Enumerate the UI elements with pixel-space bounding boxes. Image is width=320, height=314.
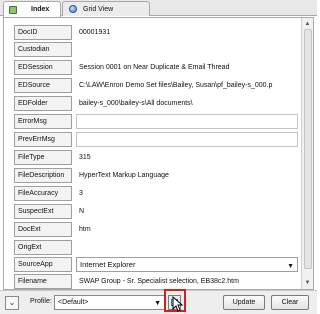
double-chevron-down-icon: ⌄ [8,298,16,307]
field-row-custodian: Custodian [8,42,298,57]
field-label-custodian: Custodian [14,42,72,57]
tab-grid-view[interactable]: Grid View [62,1,150,16]
field-row-errormsg: ErrorMsg [8,114,298,129]
tab-index[interactable]: Index [3,1,61,17]
field-value-edsession[interactable]: Session 0001 on Near Duplicate & Email T… [76,60,298,75]
field-label-edsource: EDSource [14,78,72,93]
scroll-up-arrow-icon[interactable]: ▲ [303,19,312,29]
field-row-filedescription: FileDescription HyperText Markup Languag… [8,168,298,183]
field-value-filedescription[interactable]: HyperText Markup Language [76,168,298,183]
field-label-filedescription: FileDescription [14,168,72,183]
field-row-filename: Filename SWAP Group - Sr. Specialist sel… [8,274,298,289]
index-icon [9,5,17,14]
field-row-edfolder: EDFolder bailey-s_000\bailey-s\All docum… [8,96,298,111]
field-label-docid: DocID [14,25,72,40]
index-field-panel: DocID 00001931 Custodian EDSession Sessi… [3,17,314,290]
scrollbar-thumb[interactable] [304,29,312,269]
vertical-scrollbar[interactable]: ▲ ▼ [301,18,313,289]
field-row-filetype: FileType 315 [8,150,298,165]
field-label-errormsg: ErrorMsg [14,114,72,129]
field-row-suspectext: SuspectExt N [8,204,298,219]
field-label-filename: Filename [14,274,72,289]
field-value-custodian[interactable] [76,42,298,57]
field-row-preverrmsg: PrevErrMsg [8,132,298,147]
clear-button[interactable]: Clear [271,295,309,310]
globe-icon [69,5,77,13]
field-label-preverrmsg: PrevErrMsg [14,132,72,147]
field-label-edfolder: EDFolder [14,96,72,111]
field-input-preverrmsg[interactable] [76,132,298,147]
chevron-down-icon: ▼ [154,300,161,307]
field-label-suspectext: SuspectExt [14,204,72,219]
field-label-edsession: EDSession [14,60,72,75]
field-row-sourceapp: SourceApp Internet Explorer ▼ [8,257,298,272]
field-value-fileaccuracy[interactable]: 3 [76,186,298,201]
chevron-down-icon: ▼ [287,263,294,270]
field-value-suspectext[interactable]: N [76,204,298,219]
field-label-origext: OrigExt [14,240,72,255]
field-input-errormsg[interactable] [76,114,298,129]
mouse-cursor-icon [172,296,184,312]
field-row-fileaccuracy: FileAccuracy 3 [8,186,298,201]
field-row-edsession: EDSession Session 0001 on Near Duplicate… [8,60,298,75]
field-row-origext: OrigExt [8,240,298,255]
scroll-down-arrow-icon[interactable]: ▼ [303,278,312,288]
field-label-sourceapp: SourceApp [14,257,72,272]
field-value-filetype[interactable]: 315 [76,150,298,165]
profile-label: Profile: [30,298,52,305]
sourceapp-selected-value: Internet Explorer [80,260,136,269]
field-value-edfolder[interactable]: bailey-s_000\bailey-s\All documents\ [76,96,298,111]
field-label-filetype: FileType [14,150,72,165]
expand-chevron-button[interactable]: ⌄ [5,296,19,310]
field-value-docext[interactable]: htm [76,222,298,237]
profile-toolbar: ⌄ Profile: <Default> ▼ Update Clear [0,290,317,314]
sourceapp-dropdown[interactable]: Internet Explorer ▼ [76,257,298,272]
field-row-edsource: EDSource C:\LAW\Enron Demo Set files\Bai… [8,78,298,93]
tab-grid-view-label: Grid View [83,5,114,13]
tab-index-label: Index [31,6,50,13]
field-value-docid[interactable]: 00001931 [76,25,298,40]
tab-bar: Index Grid View [0,0,317,17]
field-label-docext: DocExt [14,222,72,237]
field-label-fileaccuracy: FileAccuracy [14,186,72,201]
profile-selected-value: <Default> [58,299,89,306]
profile-dropdown[interactable]: <Default> ▼ [54,295,166,310]
field-value-filename[interactable]: SWAP Group - Sr. Specialist selection, E… [76,274,298,289]
field-value-edsource[interactable]: C:\LAW\Enron Demo Set files\Bailey, Susa… [76,78,298,93]
field-row-docext: DocExt htm [8,222,298,237]
update-button[interactable]: Update [223,295,265,310]
field-row-docid: DocID 00001931 [8,25,298,40]
field-value-origext[interactable] [76,240,298,255]
